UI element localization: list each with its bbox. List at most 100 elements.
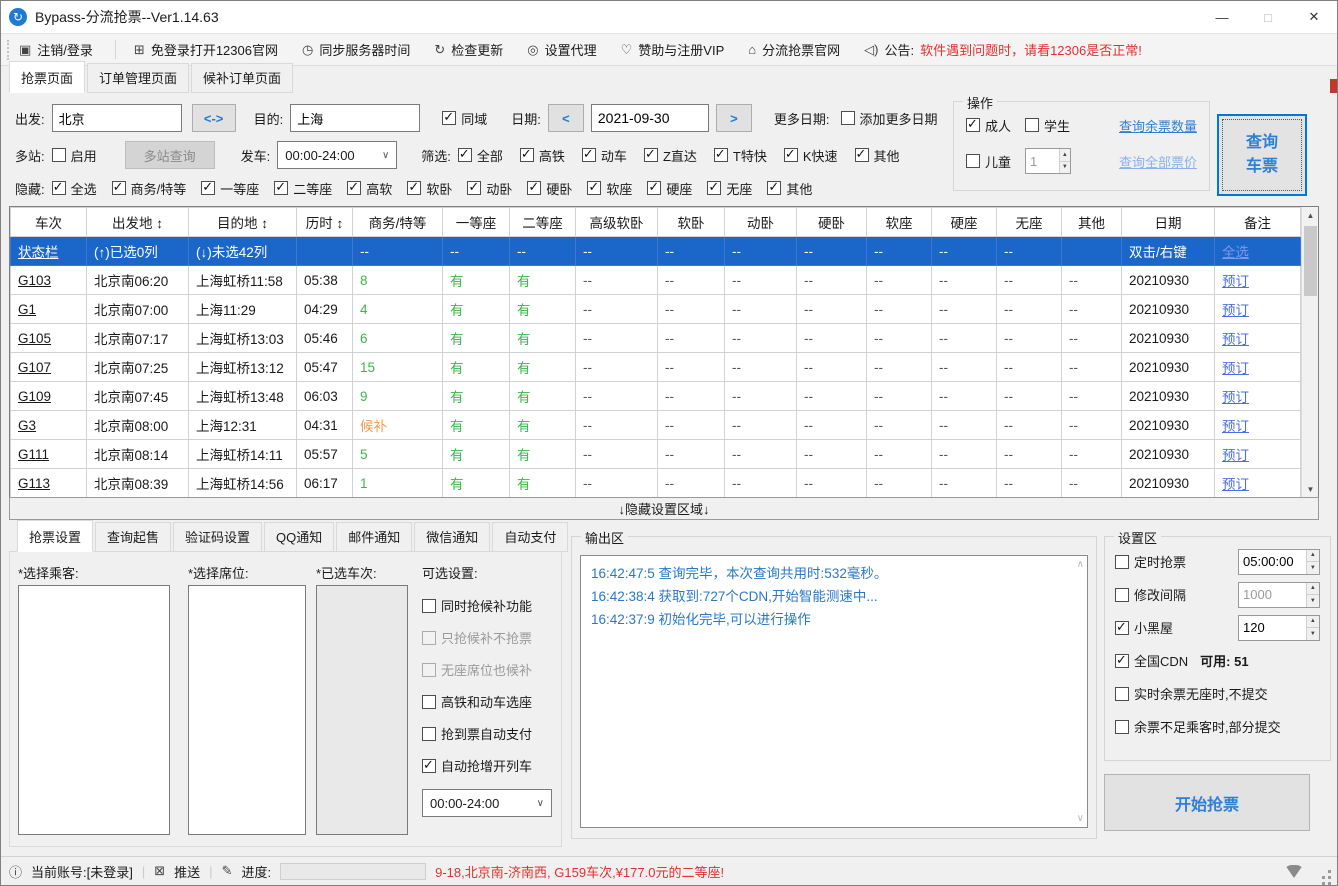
column-header[interactable]: 软座 [867,208,932,237]
log-output[interactable]: 16:42:47:5 查询完毕，本次查询共用时:532毫秒。16:42:38:4… [580,555,1088,828]
train-type-checkbox[interactable]: K快速 [784,146,838,165]
settings-tab[interactable]: 验证码设置 [173,522,262,552]
table-row[interactable]: G107 北京南07:25 上海虹桥13:12 05:47 15 有 有 -- … [11,353,1301,382]
child-count-spinner[interactable]: ▲▼ [1025,148,1071,174]
date-prev-button[interactable]: < [548,104,584,132]
table-row[interactable]: G111 北京南08:14 上海虹桥14:11 05:57 5 有 有 -- -… [11,440,1301,469]
column-header[interactable]: 动卧 [725,208,797,237]
seat-hide-checkbox[interactable]: 动卧 [467,179,512,198]
table-row[interactable]: G103 北京南06:20 上海虹桥11:58 05:38 8 有 有 -- -… [11,266,1301,295]
query-tickets-button[interactable]: 查询 车票 [1217,114,1307,196]
page-tab[interactable]: 订单管理页面 [87,63,189,93]
page-tab[interactable]: 候补订单页面 [191,63,293,93]
settings-tab[interactable]: QQ通知 [264,522,334,552]
status-row[interactable]: 状态栏 (↑)已选0列 (↓)未选42列 -- -- -- -- -- -- -… [11,237,1301,266]
spin-down-icon[interactable]: ▼ [1307,628,1319,640]
partial-submit-checkbox[interactable]: 余票不足乘客时,部分提交 [1115,717,1281,736]
book-link[interactable]: 预订 [1215,266,1301,295]
push-label[interactable]: 推送 [174,862,200,881]
train-number-link[interactable]: G1 [11,295,87,324]
toolbar-item[interactable]: ↻ 检查更新 [434,40,509,59]
spin-up-icon[interactable]: ▲ [1060,149,1070,162]
option-checkbox[interactable]: 同时抢候补功能 [422,596,532,615]
add-more-dates-checkbox[interactable]: 添加更多日期 [841,109,938,128]
train-type-checkbox[interactable]: 全部 [458,146,503,165]
no-seat-no-submit-checkbox[interactable]: 实时余票无座时,不提交 [1115,684,1268,703]
toolbar-item[interactable]: ▣ 注销/登录 [19,40,116,59]
blackroom-input[interactable] [1239,616,1306,640]
book-link[interactable]: 预订 [1215,324,1301,353]
toolbar-grip[interactable] [7,40,11,60]
date-input[interactable] [591,104,709,132]
column-header[interactable]: 备注 [1215,208,1301,237]
child-count-input[interactable] [1026,149,1059,173]
spin-up-icon[interactable]: ▲ [1307,616,1319,629]
dest-input[interactable] [290,104,420,132]
scrollbar-thumb[interactable] [1304,226,1317,296]
blackroom-spinner[interactable]: ▲▼ [1238,615,1320,641]
scroll-up-icon[interactable]: ▲ [1302,207,1319,224]
seat-hide-checkbox[interactable]: 商务/特等 [112,179,187,198]
book-link[interactable]: 预订 [1215,295,1301,324]
swap-stations-button[interactable]: <-> [192,104,236,132]
column-header[interactable]: 出发地 ↕ [87,208,189,237]
book-link[interactable]: 预订 [1215,353,1301,382]
train-number-link[interactable]: G3 [11,411,87,440]
book-link[interactable]: 预订 [1215,440,1301,469]
select-all-link[interactable]: 全选 [1215,237,1301,266]
column-header[interactable]: 无座 [997,208,1062,237]
minimize-button[interactable]: — [1199,1,1245,33]
same-city-checkbox[interactable]: 同域 [442,109,487,128]
start-grab-button[interactable]: 开始抢票 [1104,774,1310,831]
settings-tab[interactable]: 抢票设置 [17,520,93,552]
interval-checkbox[interactable]: 修改间隔 [1115,585,1186,604]
table-scrollbar[interactable]: ▲ ▼ [1301,207,1318,498]
scroll-down-icon[interactable]: ▼ [1302,481,1319,498]
toolbar-item[interactable]: ◷ 同步服务器时间 [302,40,416,59]
timer-time-input[interactable] [1239,550,1306,574]
toolbar-item[interactable]: ◎ 设置代理 [527,40,602,59]
table-row[interactable]: G1 北京南07:00 上海11:29 04:29 4 有 有 -- -- --… [11,295,1301,324]
train-type-checkbox[interactable]: 其他 [855,146,900,165]
spin-down-icon[interactable]: ▼ [1307,562,1319,574]
column-header[interactable]: 高级软卧 [576,208,658,237]
timer-time-spinner[interactable]: ▲▼ [1238,549,1320,575]
date-next-button[interactable]: > [716,104,752,132]
option-checkbox[interactable]: 无座席位也候补 [422,660,532,679]
option-checkbox[interactable]: 自动抢增开列车 [422,756,532,775]
student-checkbox[interactable]: 学生 [1025,116,1070,135]
column-header[interactable]: 历时 ↕ [297,208,353,237]
depart-time-select[interactable]: 00:00-24:00 ∨ [277,141,397,169]
multi-station-enable-checkbox[interactable]: 启用 [52,146,97,165]
column-header[interactable]: 目的地 ↕ [189,208,297,237]
column-header[interactable]: 硬座 [932,208,997,237]
resize-grip-icon[interactable] [1328,876,1331,879]
seat-hide-checkbox[interactable]: 一等座 [201,179,259,198]
toolbar-item[interactable]: ◁) 公告: 软件遇到问题时，请看12306是否正常! [864,40,1142,59]
train-number-link[interactable]: G109 [11,382,87,411]
seat-hide-checkbox[interactable]: 其他 [767,179,812,198]
option-checkbox[interactable]: 高铁和动车选座 [422,692,532,711]
seat-hide-checkbox[interactable]: 硬卧 [527,179,572,198]
column-header[interactable]: 其他 [1062,208,1122,237]
column-header[interactable]: 软卧 [658,208,725,237]
settings-tab[interactable]: 查询起售 [95,522,171,552]
spin-down-icon[interactable]: ▼ [1307,595,1319,607]
toolbar-item[interactable]: ⊞ 免登录打开12306官网 [134,40,284,59]
child-checkbox[interactable]: 儿童 [966,152,1011,171]
book-link[interactable]: 预订 [1215,382,1301,411]
seat-hide-checkbox[interactable]: 软卧 [407,179,452,198]
settings-tab[interactable]: 自动支付 [492,522,568,552]
column-header[interactable]: 日期 [1122,208,1215,237]
train-type-checkbox[interactable]: 高铁 [520,146,565,165]
cdn-checkbox[interactable]: 全国CDN [1115,651,1188,670]
book-link[interactable]: 预订 [1215,469,1301,498]
adult-checkbox[interactable]: 成人 [966,116,1011,135]
toolbar-item[interactable]: ⌂ 分流抢票官网 [748,40,846,59]
option-checkbox[interactable]: 只抢候补不抢票 [422,628,532,647]
table-row[interactable]: G3 北京南08:00 上海12:31 04:31 候补 有 有 -- -- -… [11,411,1301,440]
timer-grab-checkbox[interactable]: 定时抢票 [1115,552,1186,571]
seat-hide-checkbox[interactable]: 全选 [52,179,97,198]
settings-tab[interactable]: 邮件通知 [336,522,412,552]
book-link[interactable]: 预订 [1215,411,1301,440]
